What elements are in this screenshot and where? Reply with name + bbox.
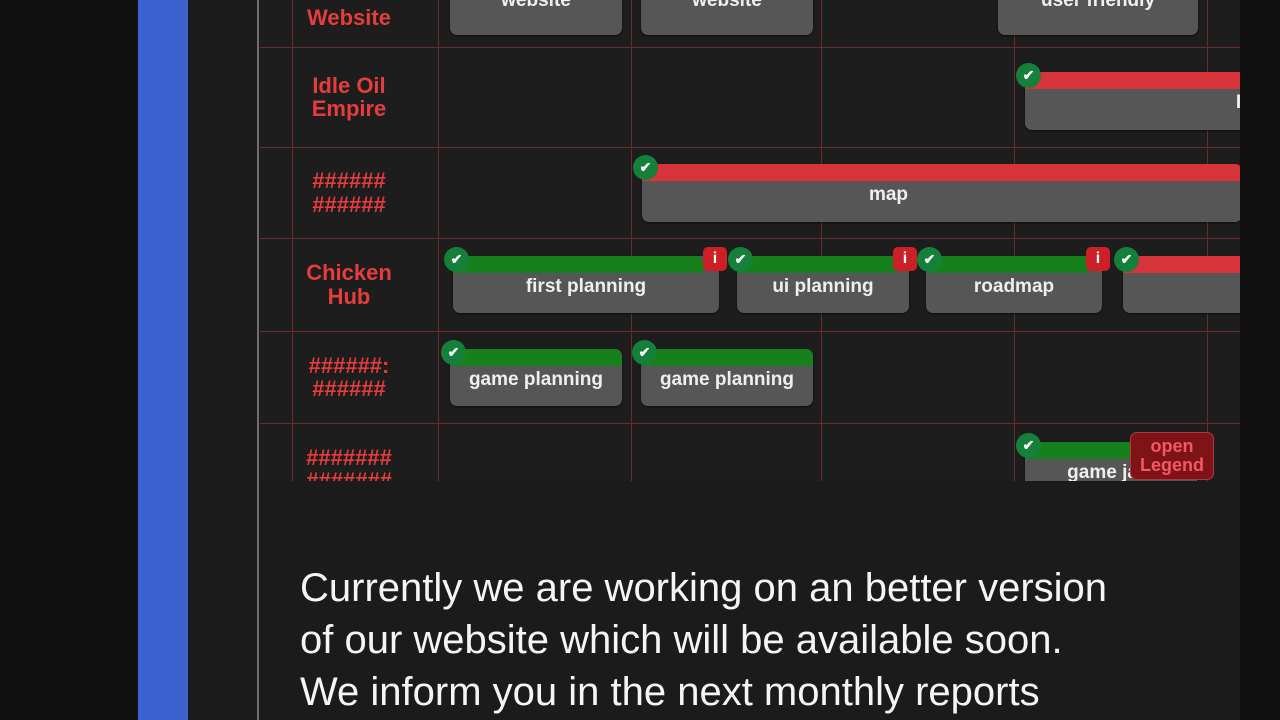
grid-col-line bbox=[1014, 0, 1015, 481]
task-label: roadmap bbox=[973, 276, 1055, 297]
task-bar[interactable]: ✔ map bbox=[633, 155, 1240, 222]
report-line: Currently we are working on an better ve… bbox=[300, 566, 1108, 610]
grid-col-line bbox=[438, 0, 439, 481]
report-line: We inform you in the next monthly report… bbox=[300, 670, 1040, 714]
task-complete-check-icon: ✔ bbox=[1016, 433, 1041, 458]
task-bar[interactable]: ✔ i roadmap bbox=[917, 247, 1110, 313]
task-progress-fill bbox=[641, 349, 813, 366]
gantt-row-label-column: Website Idle Oil Empire ###### ###### Ch… bbox=[260, 0, 438, 481]
task-bar[interactable]: ✔ i ui planning bbox=[728, 247, 917, 313]
task-progress-fill bbox=[1025, 72, 1240, 89]
task-label: first planning bbox=[525, 276, 647, 297]
grid-col-line bbox=[821, 0, 822, 481]
gantt-chart-inner: Website Idle Oil Empire ###### ###### Ch… bbox=[260, 0, 1240, 481]
row-label-redacted-1: ###### ###### bbox=[312, 168, 386, 217]
grid-col-line bbox=[631, 0, 632, 481]
task-info-icon[interactable]: i bbox=[1086, 247, 1110, 271]
task-progress-fill bbox=[1123, 256, 1240, 273]
task-bar[interactable]: website bbox=[641, 0, 813, 35]
task-label: map bbox=[868, 184, 909, 205]
task-bar[interactable]: user friendly bbox=[998, 0, 1198, 35]
task-bar[interactable]: ✔ bbox=[1114, 247, 1240, 313]
task-complete-check-icon: ✔ bbox=[633, 155, 658, 180]
row-label-redacted-3: ####### ####### bbox=[306, 444, 392, 481]
task-complete-check-icon: ✔ bbox=[917, 247, 942, 272]
report-paragraph: Currently we are working on an better ve… bbox=[300, 562, 1200, 718]
task-complete-check-icon: ✔ bbox=[441, 340, 466, 365]
task-info-icon[interactable]: i bbox=[703, 247, 727, 271]
task-progress-fill bbox=[453, 256, 703, 273]
row-label-redacted-2: ######: ###### bbox=[308, 352, 390, 401]
row-label-chicken-hub: Chicken Hub bbox=[306, 260, 392, 309]
task-progress-fill bbox=[737, 256, 895, 273]
task-bar[interactable]: ✔ game planning bbox=[441, 340, 622, 406]
left-blue-rail bbox=[138, 0, 188, 720]
task-label: website bbox=[501, 0, 571, 11]
open-legend-tooltip[interactable]: open Legend bbox=[1130, 432, 1215, 480]
task-label: user friendly bbox=[1040, 0, 1156, 11]
task-bar[interactable]: ✔ game planning bbox=[632, 340, 813, 406]
task-label: website bbox=[692, 0, 762, 11]
task-complete-check-icon: ✔ bbox=[632, 340, 657, 365]
task-complete-check-icon: ✔ bbox=[444, 247, 469, 272]
task-label: ui planning bbox=[772, 276, 874, 297]
task-label: Rew bbox=[1025, 92, 1240, 114]
row-label-idle-oil-empire: Idle Oil Empire bbox=[311, 72, 387, 121]
task-label: game planning bbox=[468, 369, 604, 390]
task-info-icon[interactable]: i bbox=[893, 247, 917, 271]
screen-root: Website Idle Oil Empire ###### ###### Ch… bbox=[0, 0, 1280, 720]
row-label-website: Website bbox=[307, 4, 391, 30]
task-complete-check-icon: ✔ bbox=[1016, 63, 1041, 88]
report-line: of our website which will be available s… bbox=[300, 618, 1063, 662]
gantt-chart-viewport[interactable]: Website Idle Oil Empire ###### ###### Ch… bbox=[260, 0, 1240, 481]
task-bar[interactable]: ✔ Rew bbox=[1016, 63, 1240, 130]
panel-left-divider bbox=[257, 0, 259, 720]
task-progress-fill bbox=[450, 349, 622, 366]
task-bar[interactable]: ✔ i first planning bbox=[444, 247, 727, 313]
task-complete-check-icon: ✔ bbox=[1114, 247, 1139, 272]
task-bar[interactable]: website bbox=[450, 0, 622, 35]
task-progress-fill bbox=[642, 164, 1240, 181]
task-label: game planning bbox=[659, 369, 795, 390]
task-complete-check-icon: ✔ bbox=[728, 247, 753, 272]
task-progress-fill bbox=[926, 256, 1088, 273]
